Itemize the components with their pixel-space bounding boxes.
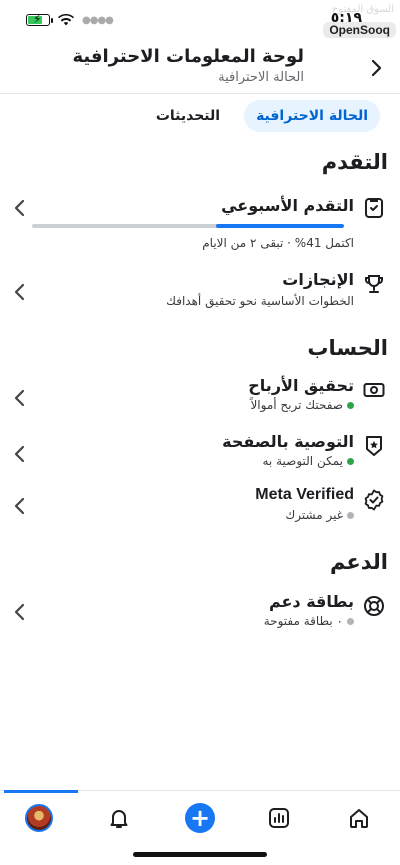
chevron-left-icon [14, 497, 25, 515]
nav-profile[interactable] [22, 801, 56, 835]
weekly-progress-row[interactable]: التقدم الأسبوعي اكتمل 41% · تبقى ٢ من ال… [0, 190, 400, 252]
bell-icon [110, 810, 128, 828]
page-title: لوحة المعلومات الاحترافية [72, 46, 304, 67]
status-icons: ⚡ ●●●● [26, 12, 114, 26]
weekly-progress-status: اكتمل 41% · تبقى ٢ من الايام [202, 236, 354, 250]
chevron-left-icon [14, 445, 25, 463]
progress-section-title: التقدم [321, 150, 388, 174]
monetization-status-text: صفحتك تربح أموالاً [250, 398, 343, 412]
page-recommendation-status: يمكن التوصية به [262, 454, 354, 468]
support-ticket-row[interactable]: بطاقة دعم ٠ بطاقة مفتوحة [0, 590, 400, 638]
monetization-label: تحقيق الأرباح [248, 376, 354, 395]
checklist-icon [365, 198, 383, 218]
weekly-progress-label: التقدم الأسبوعي [221, 196, 354, 215]
page-recommendation-status-text: يمكن التوصية به [262, 454, 344, 468]
back-button[interactable] [362, 54, 390, 82]
meta-verified-status: غير مشترك [285, 508, 354, 522]
nav-home[interactable] [342, 801, 376, 835]
status-bar: ⚡ ●●●● السوق المفتوح ٥:١٩ OpenSooq [0, 0, 400, 44]
chevron-left-icon [14, 389, 25, 407]
lifebuoy-icon [364, 596, 384, 616]
trophy-icon [365, 275, 383, 293]
watermark: OpenSooq [323, 22, 396, 38]
support-ticket-status-text: ٠ بطاقة مفتوحة [263, 614, 343, 628]
support-section-title: الدعم [329, 550, 388, 574]
chevron-left-icon [14, 603, 25, 621]
meta-verified-status-text: غير مشترك [285, 508, 343, 522]
money-icon [363, 383, 385, 397]
home-indicator [133, 852, 267, 857]
avatar [25, 804, 53, 832]
achievements-row[interactable]: الإنجازات الخطوات الأساسية نحو تحقيق أهد… [0, 268, 400, 314]
support-ticket-status: ٠ بطاقة مفتوحة [264, 614, 354, 628]
meta-verified-label: Meta Verified [255, 486, 354, 503]
page-recommendation-row[interactable]: التوصية بالصفحة يمكن التوصية به [0, 430, 400, 478]
achievements-label: الإنجازات [282, 270, 354, 289]
tab-professional-status[interactable]: الحالة الاحترافية [244, 100, 380, 132]
weekly-progress-fill [216, 224, 344, 228]
insights-chart-icon [269, 808, 289, 828]
wifi-icon [58, 14, 74, 26]
status-dot [347, 401, 354, 409]
recommend-badge-icon [366, 436, 382, 456]
nav-create[interactable]: + [183, 801, 217, 835]
page-recommendation-label: التوصية بالصفحة [222, 432, 354, 451]
bottom-navigation: + [0, 790, 400, 865]
status-dot [347, 511, 354, 519]
plus-icon: + [185, 803, 215, 833]
monetization-status: صفحتك تربح أموالاً [250, 398, 354, 412]
monetization-row[interactable]: تحقيق الأرباح صفحتك تربح أموالاً [0, 374, 400, 422]
meta-verified-row[interactable]: Meta Verified غير مشترك [0, 484, 400, 532]
nav-notifications[interactable] [102, 801, 136, 835]
cellular-icon: ●●●● [82, 14, 114, 26]
nav-insights[interactable] [262, 801, 296, 835]
chevron-right-icon [371, 59, 382, 77]
active-tab-indicator [4, 790, 78, 793]
support-ticket-label: بطاقة دعم [268, 592, 354, 611]
header: لوحة المعلومات الاحترافية الحالة الاحترا… [0, 44, 400, 94]
page-subtitle: الحالة الاحترافية [218, 70, 304, 85]
tab-bar: الحالة الاحترافية التحديثات [144, 100, 380, 132]
status-dot [347, 457, 354, 465]
tab-updates[interactable]: التحديثات [144, 100, 232, 132]
home-icon [350, 809, 368, 828]
chevron-left-icon [14, 199, 25, 217]
chevron-left-icon [14, 283, 25, 301]
weekly-progress-bar [32, 224, 344, 228]
status-dot [347, 617, 354, 625]
battery-icon: ⚡ [26, 12, 53, 26]
account-section-title: الحساب [307, 336, 388, 360]
achievements-description: الخطوات الأساسية نحو تحقيق أهدافك [166, 294, 354, 308]
verified-badge-icon [364, 489, 384, 511]
